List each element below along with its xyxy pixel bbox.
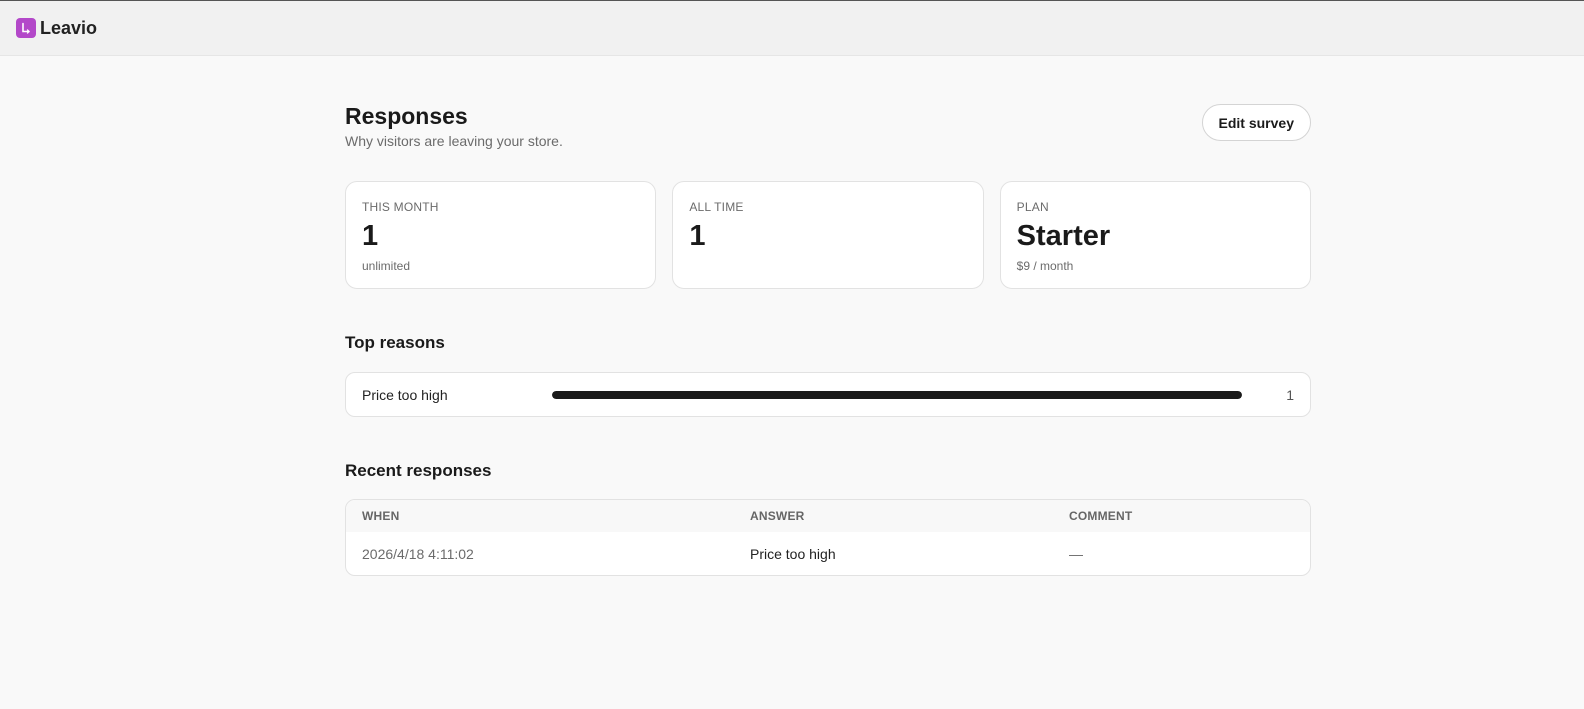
stat-note: $9 / month bbox=[1016, 259, 1074, 273]
stat-card-all-time: ALL TIME 1 bbox=[672, 181, 984, 289]
responses-table: WHEN ANSWER COMMENT 2026/4/18 4:11:02 Pr… bbox=[345, 499, 1311, 576]
cell-answer: Price too high bbox=[750, 545, 836, 562]
reason-bar-fill bbox=[552, 390, 1242, 399]
stat-label: ALL TIME bbox=[689, 200, 744, 214]
app-name[interactable]: Leavio bbox=[40, 18, 97, 39]
cell-comment: — bbox=[1069, 545, 1083, 562]
cell-when: 2026/4/18 4:11:02 bbox=[362, 545, 474, 562]
stat-label: THIS MONTH bbox=[362, 200, 439, 214]
top-reasons-title: Top reasons bbox=[345, 333, 445, 352]
page-header: Responses Why visitors are leaving your … bbox=[345, 104, 1311, 149]
reason-bar-track bbox=[552, 390, 1242, 399]
page-subtitle: Why visitors are leaving your store. bbox=[345, 133, 563, 149]
edit-survey-button[interactable]: Edit survey bbox=[1201, 104, 1311, 141]
reason-count: 1 bbox=[1286, 386, 1294, 403]
main-content: Responses Why visitors are leaving your … bbox=[345, 104, 1311, 576]
stat-label: PLAN bbox=[1016, 200, 1049, 214]
stat-value: Starter bbox=[1016, 220, 1111, 252]
reason-row: Price too high 1 bbox=[345, 372, 1311, 417]
stat-value: 1 bbox=[362, 220, 379, 252]
leavio-logo-icon[interactable] bbox=[16, 18, 36, 38]
column-header-answer: ANSWER bbox=[734, 500, 1053, 532]
column-header-comment: COMMENT bbox=[1053, 500, 1310, 532]
stats-row: THIS MONTH 1 unlimited ALL TIME 1 PLAN S… bbox=[345, 181, 1311, 289]
reason-label: Price too high bbox=[362, 386, 448, 403]
stat-card-this-month: THIS MONTH 1 unlimited bbox=[345, 181, 657, 289]
top-bar: Leavio bbox=[0, 0, 1584, 56]
stat-note: unlimited bbox=[362, 259, 411, 273]
table-header-row: WHEN ANSWER COMMENT bbox=[346, 500, 1310, 532]
stat-value: 1 bbox=[689, 220, 706, 252]
column-header-when: WHEN bbox=[346, 500, 734, 532]
table-row: 2026/4/18 4:11:02 Price too high — bbox=[346, 532, 1310, 575]
stat-card-plan: PLAN Starter $9 / month bbox=[999, 181, 1311, 289]
page-title: Responses bbox=[345, 103, 468, 129]
recent-responses-title: Recent responses bbox=[345, 461, 492, 480]
